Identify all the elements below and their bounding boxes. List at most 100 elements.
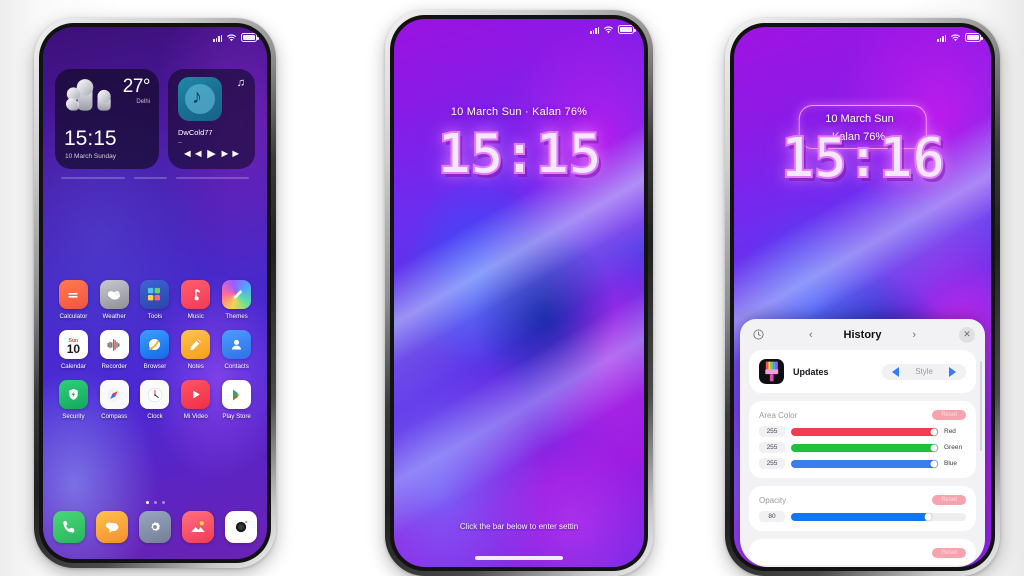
widget-clock-date: 10 March Sunday <box>65 153 116 160</box>
lock-wallpaper <box>394 19 644 567</box>
slider-row-blue: 255 Blue <box>759 458 966 469</box>
opacity-title: Opacity <box>759 495 787 505</box>
notes-icon <box>181 330 211 359</box>
blue-knob[interactable] <box>930 460 938 467</box>
phone-device-1: 27° Delhi 15:15 10 March Sunday ♫ ♪ DwCo… <box>34 18 276 568</box>
app-label: Calendar <box>60 363 86 370</box>
messages-icon[interactable] <box>96 511 128 543</box>
chevron-left-icon[interactable]: ‹ <box>802 329 820 341</box>
settings-hint-text: Click the bar below to enter settin <box>459 522 579 531</box>
area-color-header: Area Color Reset <box>759 410 966 420</box>
updates-row[interactable]: Updates Style <box>759 359 966 384</box>
dock-bar <box>53 511 257 543</box>
red-slider[interactable] <box>791 427 938 436</box>
green-knob[interactable] <box>930 444 938 451</box>
next-button[interactable]: ►► <box>219 149 241 160</box>
status-bar-1 <box>213 33 259 42</box>
opacity-knob[interactable] <box>924 513 931 520</box>
wifi-icon <box>951 34 960 42</box>
app-label: Notes <box>187 363 204 370</box>
green-value: 255 <box>759 442 785 453</box>
green-label: Green <box>944 444 963 451</box>
app-clock[interactable]: Clock <box>135 380 176 420</box>
app-calendar[interactable]: Sun 10 Calendar <box>53 330 94 370</box>
reset-button[interactable]: Reset <box>932 410 966 420</box>
settings-gear-icon[interactable] <box>139 511 171 543</box>
signal-bars-icon <box>213 34 222 42</box>
phone-icon[interactable] <box>53 511 85 543</box>
signal-bars-icon <box>590 26 599 34</box>
music-widget[interactable]: ♫ ♪ DwCold77 – ◄◄ ▶ ►► <box>168 69 255 169</box>
play-store-icon <box>222 380 252 409</box>
app-recorder[interactable]: Recorder <box>94 330 135 370</box>
app-themes[interactable]: Themes <box>216 280 257 320</box>
blue-label: Blue <box>944 460 958 467</box>
red-label: Red <box>944 428 956 435</box>
green-slider[interactable] <box>791 443 938 452</box>
phone-1-bezel: 27° Delhi 15:15 10 March Sunday ♫ ♪ DwCo… <box>39 23 271 563</box>
app-row-2: Sun 10 Calendar Recorder Browser Notes C… <box>53 330 257 370</box>
battery-icon <box>965 33 983 42</box>
app-tools[interactable]: Tools <box>135 280 176 320</box>
camera-icon[interactable] <box>225 511 257 543</box>
lock-clock-time: 15:16 <box>780 126 947 191</box>
phone-device-2: 10 March Sun · Kalan 76% 15:15 Click the… <box>385 10 653 576</box>
reset-button[interactable]: Reset <box>932 548 966 558</box>
style-selector: Style <box>882 363 966 380</box>
weather-temperature-block: 27° Delhi <box>123 77 151 105</box>
red-knob[interactable] <box>930 428 938 435</box>
red-fill <box>791 427 938 436</box>
browser-icon <box>140 330 170 359</box>
opacity-slider[interactable] <box>791 512 966 521</box>
wifi-icon <box>227 34 236 42</box>
page-dot-2[interactable] <box>153 501 157 504</box>
app-calculator[interactable]: Calculator <box>53 280 94 320</box>
track-title: DwCold77 <box>178 128 213 137</box>
compass-icon <box>99 380 129 409</box>
area-color-card: Area Color Reset 255 Red 255 Green 255 B… <box>749 401 976 478</box>
app-browser[interactable]: Browser <box>135 330 176 370</box>
phone-3-screen: 10 March Sun · Kalan 76% 15:16 ‹ History… <box>734 27 991 567</box>
phone-2-screen: 10 March Sun · Kalan 76% 15:15 Click the… <box>394 19 644 567</box>
app-play-store[interactable]: Play Store <box>216 380 257 420</box>
history-clock-icon[interactable] <box>750 327 766 343</box>
triangle-left-icon[interactable] <box>892 366 900 377</box>
widget-divider <box>61 177 249 179</box>
slider-row-opacity: 80 <box>759 511 966 522</box>
red-value: 255 <box>759 426 785 437</box>
page-dot-3[interactable] <box>161 501 165 504</box>
app-mi-video[interactable]: Mi Video <box>175 380 216 420</box>
app-notes[interactable]: Notes <box>175 330 216 370</box>
calculator-icon <box>58 280 88 309</box>
album-note-icon: ♪ <box>192 86 202 108</box>
app-grid: Calculator Weather Tools Music Themes Su… <box>53 280 257 430</box>
app-label: Clock <box>147 413 163 420</box>
gallery-icon[interactable] <box>182 511 214 543</box>
weather-widget[interactable]: 27° Delhi 15:15 10 March Sunday <box>55 69 159 169</box>
blue-fill <box>791 459 938 468</box>
app-security[interactable]: Security <box>53 380 94 420</box>
close-icon[interactable]: ✕ <box>959 326 975 343</box>
app-label: Themes <box>225 313 248 320</box>
editor-panel: ‹ History › ✕ Updates Style Area Color R… <box>740 319 985 567</box>
blue-slider[interactable] <box>791 459 938 468</box>
paintbrush-icon <box>759 359 784 384</box>
app-weather[interactable]: Weather <box>94 280 135 320</box>
previous-button[interactable]: ◄◄ <box>182 149 204 160</box>
phone-device-3: 10 March Sun · Kalan 76% 15:16 ‹ History… <box>725 18 1000 576</box>
app-compass[interactable]: Compass <box>94 380 135 420</box>
music-controls: ◄◄ ▶ ►► <box>168 149 255 160</box>
chevron-right-icon[interactable]: › <box>905 329 923 341</box>
home-indicator-bar[interactable] <box>475 556 563 560</box>
reset-button[interactable]: Reset <box>932 495 966 505</box>
app-contacts[interactable]: Contacts <box>216 330 257 370</box>
app-music[interactable]: Music <box>175 280 216 320</box>
panel-scrollbar[interactable] <box>980 361 982 451</box>
status-bar-3 <box>937 33 983 42</box>
play-button[interactable]: ▶ <box>207 149 215 160</box>
triangle-right-icon[interactable] <box>949 366 956 377</box>
page-dot-1[interactable] <box>145 501 149 504</box>
lock-date-text: 10 March Sun · Kalan 76% <box>450 106 588 118</box>
app-label: Mi Video <box>183 413 208 420</box>
app-row-1: Calculator Weather Tools Music Themes <box>53 280 257 320</box>
